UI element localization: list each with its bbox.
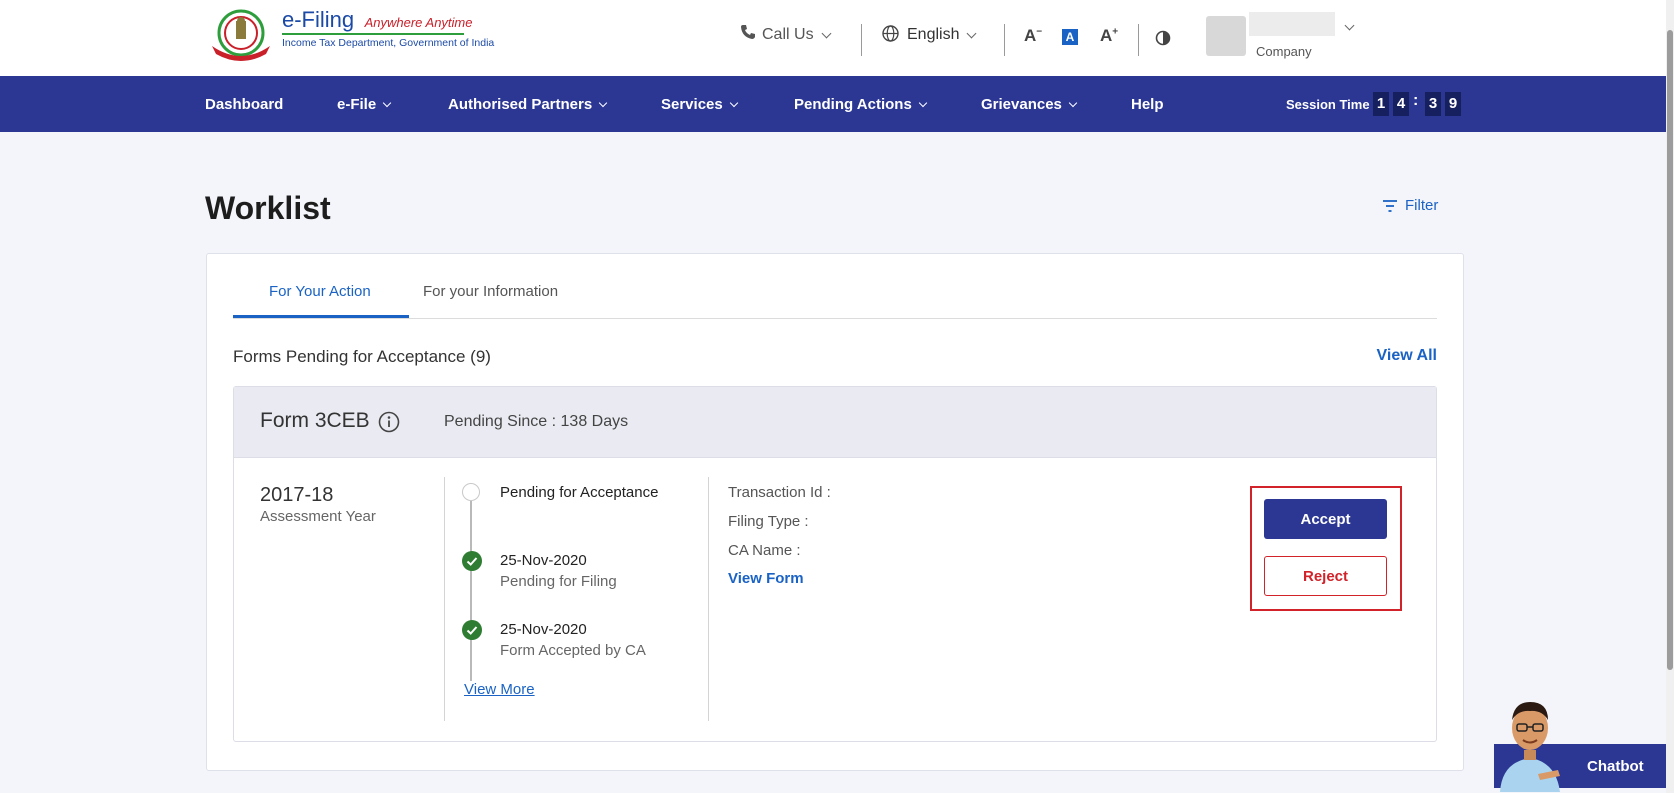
chevron-down-icon — [821, 28, 832, 38]
globe-icon — [882, 24, 899, 42]
call-us-dropdown[interactable]: Call Us — [740, 25, 832, 44]
logo-title: e-Filing — [282, 7, 355, 32]
session-digit: 9 — [1445, 92, 1461, 116]
filing-type-label: Filing Type : — [728, 513, 809, 530]
session-digit: 1 — [1373, 92, 1389, 116]
info-icon[interactable] — [378, 411, 400, 433]
nav-label: Help — [1131, 96, 1164, 113]
main-nav: Dashboard e-File Authorised Partners Ser… — [0, 76, 1674, 132]
nav-grievances[interactable]: Grievances — [981, 96, 1078, 113]
chatbot-avatar-icon[interactable] — [1490, 692, 1570, 792]
profile-chevron-down-icon[interactable] — [1344, 20, 1355, 31]
column-divider — [708, 477, 709, 721]
assessment-year-label: Assessment Year — [260, 508, 376, 525]
logo-underline — [282, 33, 464, 35]
header-divider — [861, 24, 862, 56]
font-increase-button[interactable]: A+ — [1100, 26, 1118, 46]
pending-since: Pending Since : 138 Days — [444, 413, 629, 430]
nav-label: Services — [661, 96, 723, 113]
nav-authorised-partners[interactable]: Authorised Partners — [448, 96, 608, 113]
header-divider — [1004, 24, 1005, 56]
font-increase-label: A — [1100, 26, 1113, 45]
filter-icon — [1383, 199, 1397, 212]
session-colon: : — [1413, 92, 1419, 109]
timeline-step-status: Form Accepted by CA — [500, 642, 646, 659]
nav-label: Dashboard — [205, 96, 284, 113]
timeline-pending-dot-icon — [462, 483, 480, 501]
nav-label: Authorised Partners — [448, 96, 593, 113]
check-circle-icon — [462, 551, 482, 571]
timeline-step-status: Pending for Filing — [500, 573, 617, 590]
accept-button[interactable]: Accept — [1264, 499, 1387, 539]
timeline-step-title: Pending for Acceptance — [500, 484, 659, 501]
view-more-link[interactable]: View More — [464, 681, 535, 698]
timeline-line — [470, 501, 472, 681]
emblem-logo-icon — [212, 9, 270, 61]
chevron-down-icon — [918, 98, 928, 107]
nav-label: e-File — [337, 96, 377, 113]
logo-tagline: Anywhere Anytime — [364, 15, 473, 30]
assessment-year: 2017-18 — [260, 484, 334, 506]
filter-label: Filter — [1405, 197, 1439, 214]
logo-subtitle: Income Tax Department, Government of Ind… — [282, 37, 495, 49]
username-placeholder — [1249, 12, 1335, 36]
chevron-down-icon — [598, 98, 608, 107]
reject-button[interactable]: Reject — [1264, 556, 1387, 596]
form-card-header: Form 3CEB Pending Since : 138 Days — [234, 387, 1436, 458]
scrollbar-thumb[interactable] — [1667, 30, 1673, 670]
active-tab-indicator — [233, 315, 409, 318]
language-label: English — [907, 26, 960, 43]
session-digit: 4 — [1393, 92, 1409, 116]
user-role-label: Company — [1256, 44, 1312, 59]
chevron-down-icon — [382, 98, 392, 107]
form-name: Form 3CEB — [260, 409, 370, 432]
session-time-label: Session Time — [1286, 97, 1370, 112]
chevron-down-icon — [967, 28, 977, 38]
call-us-label: Call Us — [762, 26, 814, 43]
session-digit: 3 — [1425, 92, 1441, 116]
view-all-link[interactable]: View All — [1377, 347, 1437, 365]
font-decrease-button[interactable]: A− — [1024, 26, 1042, 46]
nav-efile[interactable]: e-File — [337, 96, 392, 113]
view-form-link[interactable]: View Form — [728, 570, 804, 587]
top-header: e-Filing Anywhere Anytime Income Tax Dep… — [0, 0, 1674, 76]
page-title: Worklist — [205, 190, 331, 226]
nav-label: Pending Actions — [794, 96, 912, 113]
phone-icon — [741, 25, 755, 39]
tab-for-your-information[interactable]: For your Information — [423, 283, 558, 300]
efiling-logo[interactable]: e-Filing Anywhere Anytime Income Tax Dep… — [206, 8, 494, 62]
timeline-step-date: 25-Nov-2020 — [500, 621, 587, 638]
filter-button[interactable]: Filter — [1382, 197, 1438, 214]
chatbot-label[interactable]: Chatbot — [1587, 758, 1644, 775]
font-normal-label: A — [1065, 30, 1075, 44]
nav-pending-actions[interactable]: Pending Actions — [794, 96, 928, 113]
nav-services[interactable]: Services — [661, 96, 738, 113]
language-dropdown[interactable]: English — [882, 24, 977, 44]
column-divider — [444, 477, 445, 721]
avatar[interactable] — [1206, 16, 1246, 56]
nav-dashboard[interactable]: Dashboard — [205, 96, 283, 113]
chevron-down-icon — [1068, 98, 1078, 107]
worklist-tabs: For Your Action For your Information — [233, 254, 1437, 319]
font-decrease-label: A — [1024, 26, 1037, 45]
nav-help[interactable]: Help — [1131, 96, 1164, 113]
header-divider — [1138, 24, 1139, 56]
timeline-step-date: 25-Nov-2020 — [500, 552, 587, 569]
nav-label: Grievances — [981, 96, 1062, 113]
check-circle-icon — [462, 620, 482, 640]
transaction-id-label: Transaction Id : — [728, 484, 831, 501]
section-title: Forms Pending for Acceptance (9) — [233, 347, 491, 366]
tab-for-your-action[interactable]: For Your Action — [269, 283, 371, 300]
contrast-toggle-icon[interactable] — [1155, 30, 1171, 46]
font-normal-button[interactable]: A — [1062, 29, 1078, 45]
ca-name-label: CA Name : — [728, 542, 801, 559]
chevron-down-icon — [729, 98, 738, 107]
